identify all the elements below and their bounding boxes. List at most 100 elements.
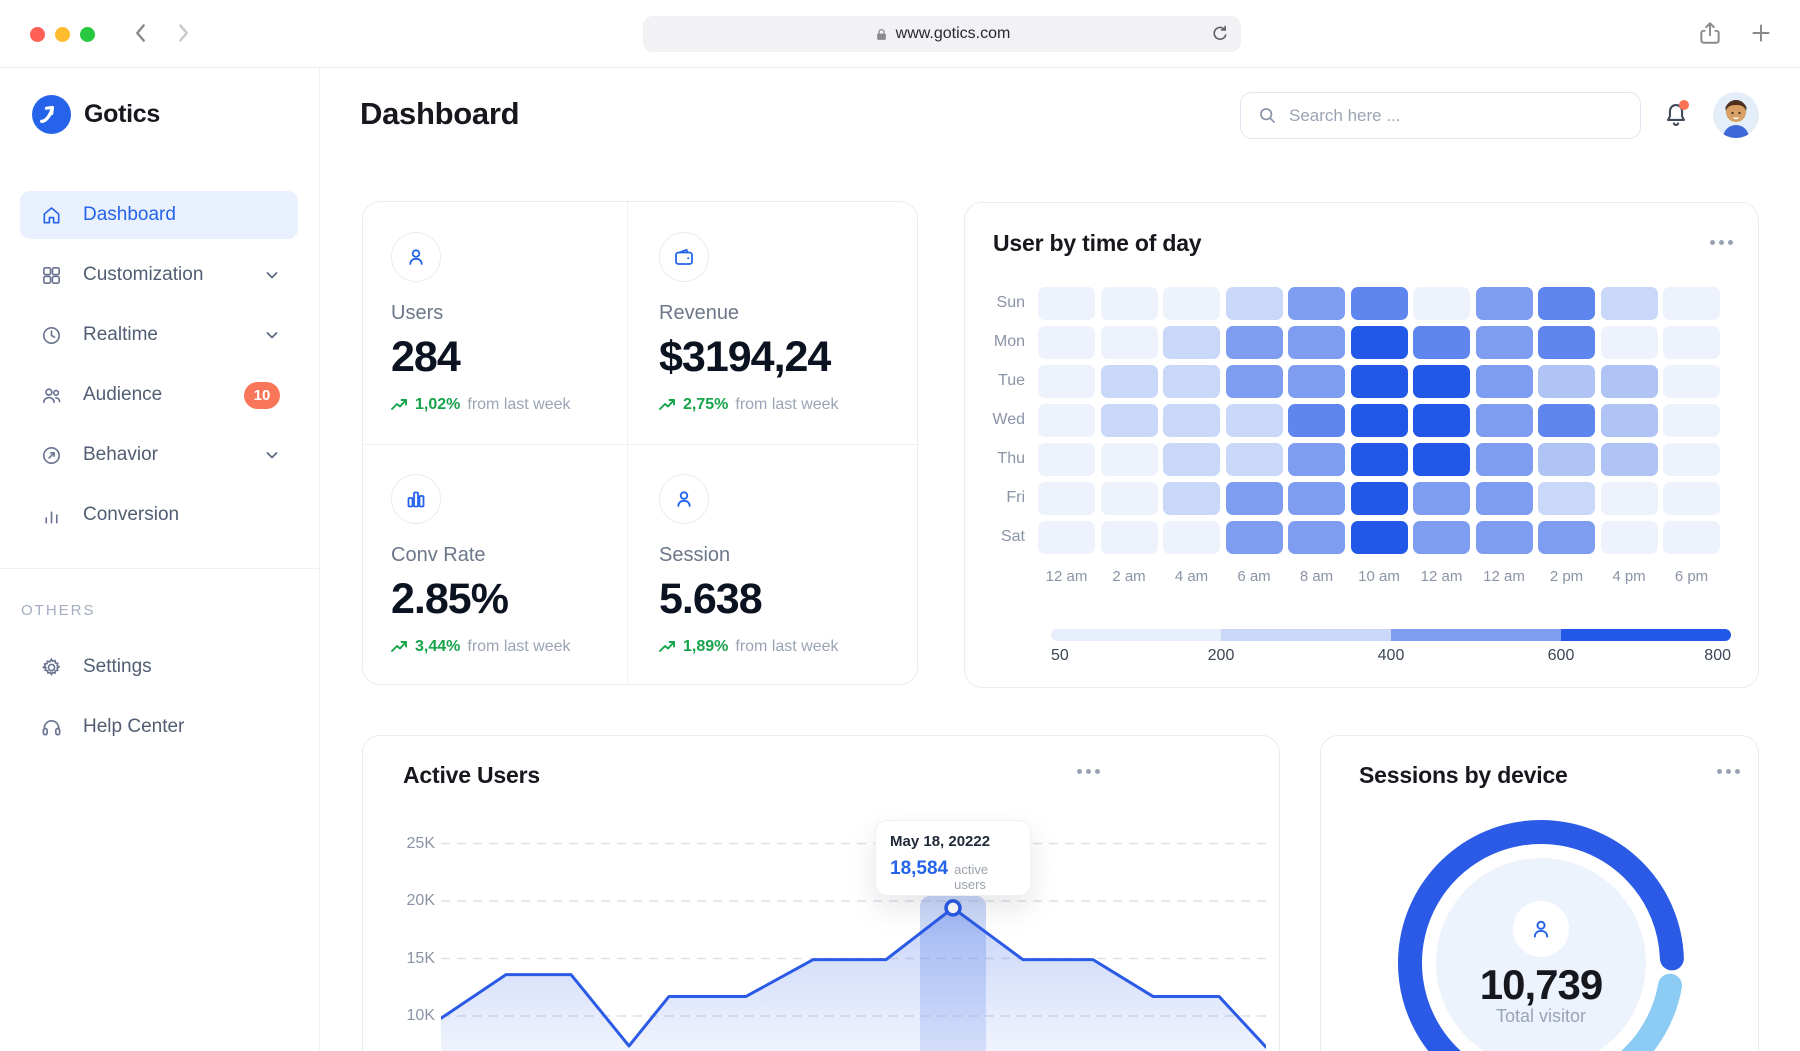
- search-box: [1240, 92, 1641, 139]
- trend-up-icon: [391, 640, 408, 654]
- sidebar-item-realtime[interactable]: Realtime: [20, 311, 298, 359]
- user-icon: [404, 245, 428, 269]
- stats-card: Users 284 1,02% from last week Revenue $…: [362, 201, 918, 685]
- heatmap-row-label: Tue: [979, 372, 1025, 390]
- heatmap-cell: [1038, 326, 1095, 359]
- chevron-down-icon: [264, 327, 280, 343]
- close-window-button[interactable]: [30, 27, 45, 42]
- heatmap-hour-label: 12 am: [1411, 568, 1473, 585]
- notification-dot: [1679, 100, 1689, 110]
- sidebar-item-label: Realtime: [83, 324, 158, 346]
- new-tab-icon[interactable]: [1748, 20, 1774, 46]
- brand[interactable]: Gotics: [32, 95, 160, 134]
- sidebar-item-label: Help Center: [83, 716, 184, 738]
- heatmap-cell: [1413, 287, 1470, 320]
- sidebar-item-label: Settings: [83, 656, 152, 678]
- heatmap-cell: [1038, 404, 1095, 437]
- sidebar-item-conversion[interactable]: Conversion: [20, 491, 298, 539]
- heatmap-cell: [1663, 326, 1720, 359]
- card-menu-button[interactable]: [1710, 240, 1733, 245]
- sidebar-item-label: Behavior: [83, 444, 158, 466]
- stat-value: $3194,24: [659, 333, 919, 382]
- stat-conv-rate: Conv Rate 2.85% 3,44% from last week: [363, 444, 627, 686]
- heatmap-cell: [1476, 521, 1533, 554]
- heatmap-cell: [1351, 521, 1408, 554]
- minimize-window-button[interactable]: [55, 27, 70, 42]
- sidebar: Gotics Dashboard Customization Realtime Aud…: [0, 68, 320, 1051]
- trend-suffix: from last week: [467, 638, 570, 656]
- trend-suffix: from last week: [467, 396, 570, 414]
- heatmap-cell: [1538, 287, 1595, 320]
- heatmap-cell: [1476, 443, 1533, 476]
- sessions-by-device-card: Sessions by device 10,739 Total visitor: [1320, 735, 1759, 1051]
- heatmap-legend-bar: [1051, 629, 1731, 641]
- sidebar-item-behavior[interactable]: Behavior: [20, 431, 298, 479]
- heatmap-cell: [1476, 287, 1533, 320]
- trend-up-icon: [391, 398, 408, 412]
- sidebar-item-label: Customization: [83, 264, 203, 286]
- headset-icon: [40, 716, 63, 739]
- heatmap-cell: [1101, 482, 1158, 515]
- clock-icon: [40, 324, 63, 347]
- gauge-icon: [40, 444, 63, 467]
- heatmap-cell: [1226, 326, 1283, 359]
- users-stat-icon-circle: [391, 232, 441, 282]
- heatmap-cell: [1601, 365, 1658, 398]
- heatmap-legend-labels: 50200400600800: [1051, 647, 1731, 667]
- heatmap-cell: [1351, 482, 1408, 515]
- sidebar-item-customization[interactable]: Customization: [20, 251, 298, 299]
- sidebar-others-nav: Settings Help Center: [20, 643, 298, 763]
- heatmap-cell: [1226, 365, 1283, 398]
- heatmap-cell: [1538, 521, 1595, 554]
- sidebar-item-label: Audience: [83, 384, 162, 406]
- trend-up-icon: [659, 398, 676, 412]
- trend-percent: 1,02%: [415, 396, 460, 414]
- search-input[interactable]: [1289, 106, 1624, 126]
- tooltip-label: active users: [954, 862, 1016, 892]
- share-icon[interactable]: [1697, 20, 1723, 46]
- heatmap-cell: [1413, 326, 1470, 359]
- sidebar-item-help-center[interactable]: Help Center: [20, 703, 298, 751]
- revenue-stat-icon-circle: [659, 232, 709, 282]
- heatmap-cell: [1163, 404, 1220, 437]
- heatmap-cell: [1288, 326, 1345, 359]
- heatmap-cell: [1288, 404, 1345, 437]
- heatmap-cell: [1413, 365, 1470, 398]
- heatmap-row-label: Wed: [979, 411, 1025, 429]
- card-title: Active Users: [403, 762, 540, 789]
- active-users-card: Active Users 25K20K15K10K May 18, 20222 …: [362, 735, 1280, 1051]
- heatmap-cell: [1351, 287, 1408, 320]
- heatmap-cell: [1163, 365, 1220, 398]
- back-icon[interactable]: [128, 20, 154, 46]
- url-text: www.gotics.com: [896, 25, 1011, 43]
- heatmap-hour-label: 10 am: [1348, 568, 1410, 585]
- heatmap-cell: [1163, 443, 1220, 476]
- search-icon: [1257, 105, 1278, 126]
- stat-revenue: Revenue $3194,24 2,75% from last week: [627, 202, 919, 444]
- heatmap-hour-label: 4 pm: [1598, 568, 1660, 585]
- heatmap-cell: [1601, 482, 1658, 515]
- trend-suffix: from last week: [735, 638, 838, 656]
- heatmap-cell: [1663, 404, 1720, 437]
- home-icon: [40, 204, 63, 227]
- sidebar-item-dashboard[interactable]: Dashboard: [20, 191, 298, 239]
- heatmap-cell: [1538, 443, 1595, 476]
- legend-tick: 200: [1208, 647, 1235, 665]
- reload-icon[interactable]: [1209, 23, 1231, 45]
- user-avatar[interactable]: [1713, 92, 1759, 138]
- audience-badge: 10: [244, 382, 280, 409]
- sidebar-item-settings[interactable]: Settings: [20, 643, 298, 691]
- heatmap-cell: [1351, 443, 1408, 476]
- card-menu-button[interactable]: [1717, 769, 1740, 774]
- forward-icon[interactable]: [170, 20, 196, 46]
- card-menu-button[interactable]: [1077, 769, 1100, 774]
- legend-tick: 800: [1704, 647, 1731, 665]
- heatmap-cell: [1288, 482, 1345, 515]
- stat-value: 284: [391, 333, 627, 382]
- heatmap-row-label: Thu: [979, 450, 1025, 468]
- zoom-window-button[interactable]: [80, 27, 95, 42]
- sidebar-item-audience[interactable]: Audience 10: [20, 371, 298, 419]
- heatmap-cell: [1163, 287, 1220, 320]
- address-bar[interactable]: www.gotics.com: [643, 16, 1241, 52]
- heatmap-cell: [1538, 404, 1595, 437]
